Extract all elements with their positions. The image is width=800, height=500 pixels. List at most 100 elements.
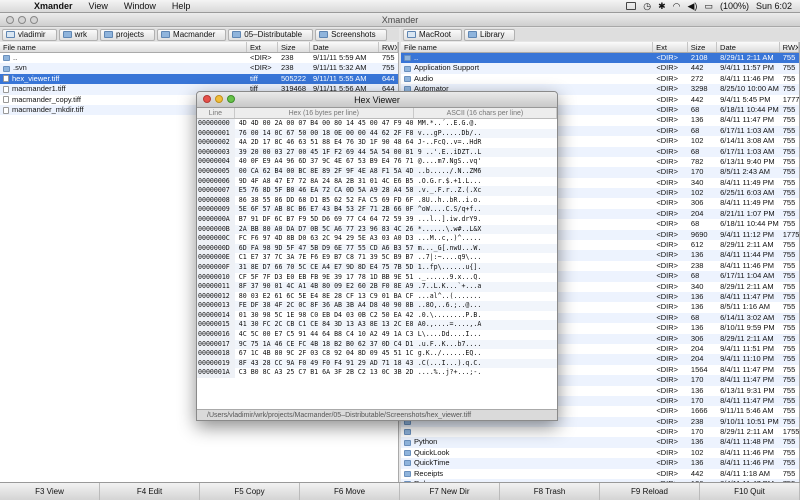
zoom-button[interactable]	[227, 95, 235, 103]
hex-row[interactable]: 00000014 01 30 98 5C 1E 98 C0 EB D4 03 0B…	[197, 310, 557, 321]
file-name: Python	[401, 437, 653, 447]
hex-row[interactable]: 00000013 FE DF 38 4F 2C 0C 8F 36 AB 3B A4…	[197, 301, 557, 311]
file-date: 8/4/11 11:46 PM	[720, 447, 775, 457]
hex-row[interactable]: 00000008 86 38 55 86 DD 68 D1 B5 62 52 FA…	[197, 195, 557, 206]
hex-row[interactable]: 0000000B 2A BB 80 A0 DA D7 0B 5C A6 77 23…	[197, 224, 557, 235]
hex-dump-list[interactable]: 00000000 4D 4D 00 2A 00 07 B4 00 80 14 45…	[197, 119, 557, 409]
hex-row[interactable]: 00000001 76 00 14 0C 67 50 00 18 0E 00 00…	[197, 128, 557, 139]
hex-row[interactable]: 0000000C FC F6 97 4D 8B D0 63 2C 94 29 5E…	[197, 234, 557, 244]
hex-line-number: 00000012	[197, 291, 235, 302]
f4-edit-button[interactable]: F4 Edit	[100, 483, 200, 500]
col-size[interactable]: Size	[278, 42, 310, 52]
hex-row[interactable]: 00000012 80 03 E2 61 6C 5E E4 8E 28 CF 13…	[197, 291, 557, 302]
table-row[interactable]: QuickTime <DIR> 136 8/4/11 11:46 PM 755	[401, 458, 799, 469]
file-size: 136	[690, 115, 704, 125]
hex-row[interactable]: 00000006 9D 4F A8 47 E7 72 8A 24 8A 2B 31…	[197, 176, 557, 187]
wifi-icon[interactable]: ◠	[673, 1, 681, 12]
view-menu[interactable]: View	[81, 1, 116, 11]
file-ext: <DIR>	[656, 104, 678, 114]
hex-line-number: 00000013	[197, 301, 235, 311]
table-row[interactable]: <DIR> 170 8/29/11 2:11 AM 1755	[401, 427, 799, 437]
hex-row[interactable]: 00000002 4A 2D 17 8C 46 63 51 88 E4 76 3D…	[197, 138, 557, 148]
table-row[interactable]: QuickLook <DIR> 102 8/4/11 11:46 PM 755	[401, 448, 799, 458]
right-path-segment[interactable]: MacRoot	[403, 28, 463, 41]
hex-row[interactable]: 00000009 5E 6F 57 AB 8C B6 E7 43 B4 53 2F…	[197, 205, 557, 215]
left-path-segment[interactable]: wrk	[58, 28, 99, 41]
hex-row[interactable]: 0000000F 31 8E D7 66 70 5C CE A4 E7 9D 8D…	[197, 262, 557, 273]
f6-move-button[interactable]: F6 Move	[300, 483, 400, 500]
f7-new-dir-button[interactable]: F7 New Dir	[400, 483, 500, 500]
bluetooth-icon[interactable]: ✱	[658, 1, 666, 12]
col-filename[interactable]: File name	[0, 42, 247, 52]
close-button[interactable]	[6, 16, 14, 24]
left-path-segment[interactable]: vladimir	[2, 28, 57, 41]
file-size: 136	[690, 437, 704, 447]
app-menu[interactable]: Xmander	[26, 1, 81, 11]
volume-icon[interactable]: ◀)	[688, 1, 698, 12]
file-size: 68	[690, 146, 700, 156]
right-table-header: File name Ext Size Date RWX	[401, 42, 799, 53]
f5-copy-button[interactable]: F5 Copy	[200, 483, 300, 500]
table-row[interactable]: Receipts <DIR> 442 8/4/11 1:18 AM 755	[401, 469, 799, 479]
hex-row[interactable]: 0000000D 6D FA 98 9D 5F 47 5B D9 6E 77 55…	[197, 243, 557, 254]
timemachine-icon[interactable]: ◷	[643, 1, 651, 12]
file-date: 9/10/11 10:51 PM	[720, 416, 779, 426]
hex-row[interactable]: 00000015 41 30 FC 2C CB C1 CE 84 3D 13 A3…	[197, 320, 557, 331]
hex-row[interactable]: 00000016 4C 5C 00 E7 C5 91 44 64 B8 C4 10…	[197, 330, 557, 340]
status-icon[interactable]	[626, 2, 637, 10]
f10-quit-button[interactable]: F10 Quit	[700, 483, 800, 500]
col-ext[interactable]: Ext	[653, 42, 688, 52]
window-menu[interactable]: Window	[116, 1, 164, 11]
table-row-selected[interactable]: .. <DIR> 2108 8/29/11 2:11 AM 755	[401, 53, 799, 64]
hex-ascii: .v._.F.r..Z.(.Xc	[417, 186, 482, 195]
hex-viewer-titlebar[interactable]: Hex Viewer	[197, 92, 557, 108]
hex-row[interactable]: 00000005 00 CA 62 B4 00 BC 8E 89 2F 9F 4E…	[197, 166, 557, 177]
hex-row[interactable]: 00000004 40 0F E9 A4 96 6D 37 9C 4E 67 53…	[197, 157, 557, 167]
drive-icon	[407, 31, 416, 38]
minimize-button[interactable]	[18, 16, 26, 24]
hex-row[interactable]: 0000001A C3 B0 8C A3 25 C7 B1 6A 3F 2B C2…	[197, 368, 557, 379]
f9-reload-button[interactable]: F9 Reload	[600, 483, 700, 500]
hex-bytes: 41 30 FC 2C CB C1 CE 84 3D 13 A3 8E 13 2…	[238, 320, 414, 329]
col-size[interactable]: Size	[688, 42, 718, 52]
table-row[interactable]: .svn <DIR> 238 9/11/11 5:32 AM 755	[0, 63, 398, 74]
hex-row[interactable]: 00000003 39 20 00 03 27 00 45 1F F2 69 44…	[197, 147, 557, 158]
col-date[interactable]: Date	[717, 42, 780, 52]
col-ext[interactable]: Ext	[247, 42, 278, 52]
file-size: 306	[690, 198, 704, 208]
col-rwx[interactable]: RWX	[379, 42, 398, 52]
f8-trash-button[interactable]: F8 Trash	[500, 483, 600, 500]
left-path-segment[interactable]: Screenshots	[315, 28, 387, 41]
close-button[interactable]	[203, 95, 211, 103]
hex-row[interactable]: 00000000 4D 4D 00 2A 00 07 B4 00 80 14 45…	[197, 119, 557, 129]
clock[interactable]: Sun 6:02	[756, 1, 792, 11]
minimize-button[interactable]	[215, 95, 223, 103]
battery-icon[interactable]: ▭	[704, 1, 713, 12]
table-row[interactable]: Python <DIR> 136 8/4/11 11:48 PM 755	[401, 437, 799, 448]
hex-row[interactable]: 0000000A B7 91 DF 6C B7 F9 5D D6 69 77 C4…	[197, 214, 557, 225]
hex-row[interactable]: 00000011 8F 37 90 01 4C A1 4B 80 09 E2 60…	[197, 282, 557, 292]
left-path-segment[interactable]: Macmander	[157, 28, 227, 41]
left-path-segment[interactable]: projects	[100, 28, 156, 41]
hex-row[interactable]: 00000007 E5 76 8D 5F B0 46 EA 72 CA 0D 5A…	[197, 186, 557, 196]
table-row[interactable]: Application Support <DIR> 442 9/4/11 11:57 …	[401, 63, 799, 74]
table-row[interactable]: Audio <DIR> 272 8/4/11 11:46 PM 755	[401, 74, 799, 84]
help-menu[interactable]: Help	[164, 1, 199, 11]
col-filename[interactable]: File name	[401, 42, 654, 52]
left-path-segment[interactable]: 05–Distributable	[228, 28, 314, 41]
table-row[interactable]: .. <DIR> 238 9/11/11 5:59 AM 755	[0, 53, 398, 63]
right-path-segment[interactable]: Library	[464, 28, 516, 41]
hex-row[interactable]: 0000000E C1 E7 37 7C 3A 7E F6 E9 B7 C8 71…	[197, 253, 557, 263]
folder-icon	[404, 429, 411, 436]
hex-row[interactable]: 00000019 8F 43 28 CC 9A F0 49 F0 F4 91 29…	[197, 358, 557, 369]
table-row-selected[interactable]: hex_viewer.tiff tiff 505222 9/11/11 5:55 AM…	[0, 73, 398, 85]
col-rwx[interactable]: RWX	[780, 42, 799, 52]
col-date[interactable]: Date	[310, 42, 379, 52]
f3-view-button[interactable]: F3 View	[0, 483, 100, 500]
hex-row[interactable]: 00000017 9C 75 1A 46 CE FC 4B 18 B2 B0 62…	[197, 339, 557, 350]
hex-ascii: 1..fp\......u{].	[417, 262, 482, 271]
zoom-button[interactable]	[30, 16, 38, 24]
hex-row[interactable]: 00000010 CF 5F 7F D3 E0 EB FB 9E 39 17 78…	[197, 272, 557, 283]
hex-row[interactable]: 00000018 67 1C 4B 80 9C 2F 03 C8 92 04 8D…	[197, 349, 557, 359]
file-date: 8/5/11 1:16 AM	[720, 302, 771, 312]
